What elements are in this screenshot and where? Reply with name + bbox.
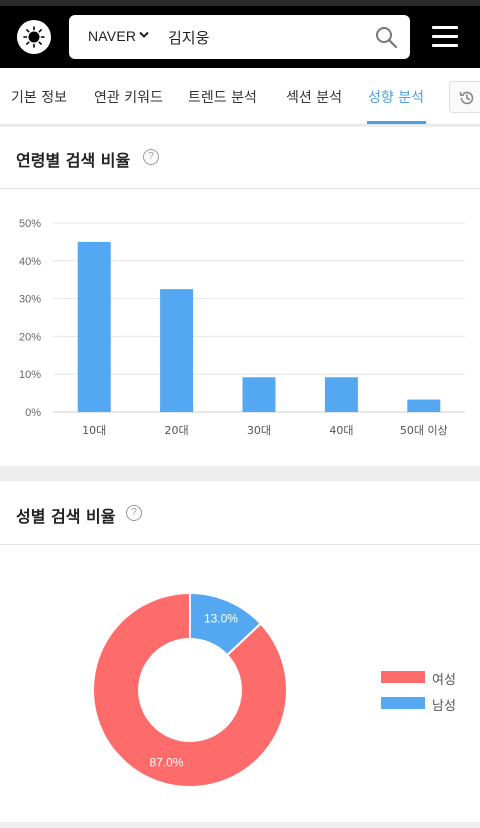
age-bar-chart: 0% 10% 20% 30% 40% 50% 10대 20대 30대 40대 50대 이상 — [19, 218, 465, 437]
legend-label-male: 남성 — [432, 699, 456, 714]
chevron-down-icon[interactable] — [139, 31, 149, 39]
tab-section-analysis[interactable]: 섹션 분석 — [286, 87, 342, 107]
tab-tendency-analysis[interactable]: 성향 분석 — [368, 87, 424, 107]
y-tick-label: 20% — [19, 331, 41, 343]
tab-basic-info[interactable]: 기본 정보 — [11, 87, 67, 107]
tab-bar: 기본 정보 연관 키워드 트렌드 분석 섹션 분석 성향 분석 — [0, 68, 480, 125]
legend-item-female[interactable]: 여성 — [381, 668, 480, 688]
bar-5[interactable] — [407, 399, 441, 412]
x-tick-label: 10대 — [82, 424, 106, 437]
search-input[interactable]: 김지웅 — [168, 27, 209, 48]
app-header: NAVER 김지웅 — [0, 0, 480, 68]
bar-4[interactable] — [324, 377, 358, 412]
slice-label-male: 13.0% — [204, 611, 238, 625]
history-icon — [459, 91, 474, 105]
gender-donut-chart: 13.0% 87.0% — [92, 591, 288, 788]
x-tick-label: 50대 이상 — [400, 424, 448, 437]
x-tick-label: 20대 — [165, 424, 189, 437]
legend-swatch-female — [381, 671, 425, 683]
x-tick-label: 40대 — [329, 424, 353, 437]
sun-logo-icon — [23, 26, 45, 48]
bar-2[interactable] — [160, 289, 194, 412]
history-button[interactable] — [449, 81, 480, 113]
app-logo[interactable] — [17, 20, 51, 54]
age-ratio-card: 연령별 검색 비율 ? 0% 10% 20% 30% 40% 50% 10대 20대 30대 40… — [0, 127, 480, 466]
y-tick-label: 50% — [19, 218, 41, 230]
search-engine-select[interactable]: NAVER — [88, 28, 136, 44]
y-tick-label: 40% — [19, 256, 41, 268]
gender-ratio-card: 성별 검색 비율 ? 13.0% 87.0% 여성 남성 — [0, 481, 480, 822]
slice-label-female: 87.0% — [149, 755, 183, 769]
y-tick-label: 0% — [25, 407, 41, 419]
legend-swatch-male — [381, 697, 425, 709]
bar-1[interactable] — [77, 241, 111, 412]
active-tab-indicator — [367, 121, 426, 124]
search-bar: NAVER 김지웅 — [69, 15, 410, 59]
legend-item-male[interactable]: 남성 — [381, 694, 480, 714]
search-icon[interactable] — [374, 25, 398, 49]
y-tick-label: 10% — [19, 369, 41, 381]
tab-related-keywords[interactable]: 연관 키워드 — [94, 87, 163, 107]
x-tick-label: 30대 — [247, 424, 271, 437]
tab-trend-analysis[interactable]: 트렌드 분석 — [188, 87, 257, 107]
bar-3[interactable] — [242, 377, 276, 412]
legend-label-female: 여성 — [432, 673, 456, 688]
hamburger-menu-icon[interactable] — [432, 26, 458, 48]
y-tick-label: 30% — [19, 294, 41, 306]
